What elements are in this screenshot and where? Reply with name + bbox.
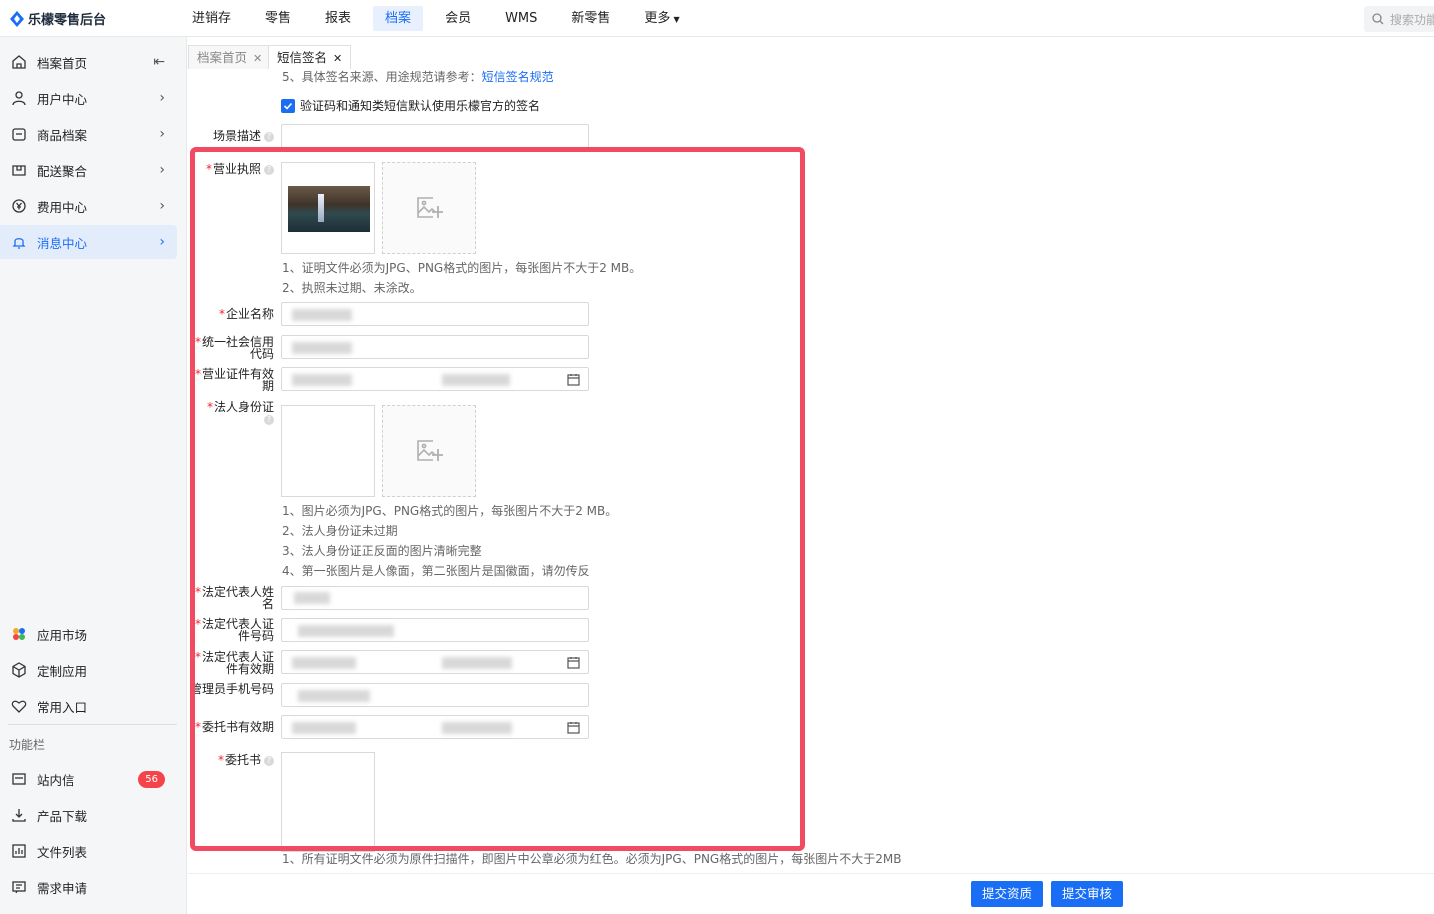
help-icon[interactable]: ? [264,131,274,142]
license-note-1: 1、证明文件必须为JPG、PNG格式的图片，每张图片不大于2 MB。 [282,261,642,275]
company-name-input[interactable] [281,302,589,326]
sidebar-item-request[interactable]: 需求申请 [0,870,177,904]
auth-note: 1、所有证明文件必须为原件扫描件，即图片中公章必须为红色。必须为JPG、PNG格… [282,852,902,866]
credit-code-input[interactable] [281,335,589,359]
scene-input[interactable] [281,124,589,148]
legal-id-note-4: 4、第一张图片是人像面，第二张图片是国徽面，请勿传反 [282,564,590,578]
official-signature-checkbox[interactable]: 验证码和通知类短信默认使用乐檬官方的签名 [281,97,540,114]
add-image-icon [417,197,443,218]
legal-id-front-image[interactable] [281,405,375,497]
auth-letter-image[interactable] [281,752,375,852]
legal-name-input[interactable] [281,586,589,610]
add-image-icon [417,440,443,461]
calendar-icon[interactable] [567,656,580,669]
company-label: *企业名称 [218,307,274,321]
note-5: 5、具体签名来源、用途规范请参考：短信签名规范 [282,70,554,84]
license-image[interactable] [281,162,375,254]
auth-valid-date-range[interactable] [281,715,589,739]
license-valid-date-range[interactable] [281,367,589,391]
license-valid-label: *营业证件有效期 [194,367,274,393]
legal-id-valid-label: *法定代表人证件有效期 [194,650,274,676]
admin-phone-label: 管理员手机号码 [189,682,274,696]
form-area: 5、具体签名来源、用途规范请参考：短信签名规范 验证码和通知类短信默认使用乐檬官… [0,0,1434,872]
auth-label: *委托书? [189,754,274,766]
help-icon[interactable]: ? [264,414,274,425]
scene-label: 场景描述? [189,130,274,142]
submit-qualification-button[interactable]: 提交资质 [971,881,1044,907]
legal-id-label: *法人身份证? [206,400,274,425]
legal-id-no-label: *法定代表人证件号码 [194,617,274,643]
legal-id-upload-button[interactable] [382,405,476,497]
calendar-icon[interactable] [567,373,580,386]
credit-code-label: *统一社会信用代码 [194,335,274,361]
auth-valid-label: *委托书有效期 [194,720,274,734]
help-icon[interactable]: ? [264,164,274,175]
legal-id-note-1: 1、图片必须为JPG、PNG格式的图片，每张图片不大于2 MB。 [282,504,618,518]
calendar-icon[interactable] [567,721,580,734]
bottom-action-bar: 提交资质 提交审核 [188,873,1434,914]
legal-id-no-input[interactable] [281,618,589,642]
license-thumbnail [288,186,370,232]
legal-id-note-3: 3、法人身份证正反面的图片清晰完整 [282,544,482,558]
request-icon [10,878,28,896]
legal-id-valid-date-range[interactable] [281,650,589,674]
legal-name-label: *法定代表人姓名 [194,585,274,611]
license-upload-button[interactable] [382,162,476,254]
admin-phone-input[interactable] [281,683,589,707]
license-label: *营业执照? [189,163,274,175]
help-icon[interactable]: ? [264,755,274,766]
submit-review-button[interactable]: 提交审核 [1051,881,1124,907]
check-icon [281,98,295,113]
legal-id-note-2: 2、法人身份证未过期 [282,524,398,538]
license-note-2: 2、执照未过期、未涂改。 [282,281,422,295]
signature-spec-link[interactable]: 短信签名规范 [482,70,554,84]
